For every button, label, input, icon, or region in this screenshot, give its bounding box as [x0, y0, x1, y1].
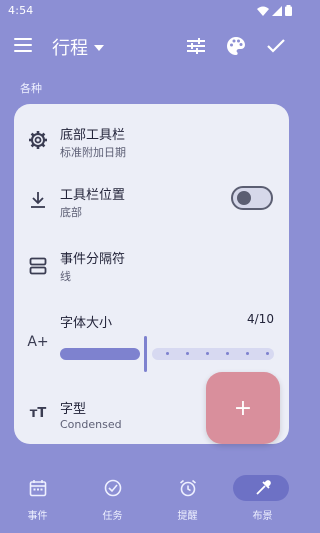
setting-title: 事件分隔符 — [60, 252, 126, 267]
nav-item-theme[interactable]: 布景 — [225, 465, 300, 533]
slider-tick — [166, 352, 169, 355]
toolbar-position-toggle[interactable] — [231, 186, 273, 210]
app-bar: 行程 — [0, 22, 300, 72]
calendar-icon — [26, 477, 50, 499]
nav-label: 布景 — [252, 511, 273, 522]
slider-handle[interactable] — [144, 336, 147, 372]
slider-tick — [186, 352, 189, 355]
font-icon: ᴛT — [29, 405, 47, 421]
font-size-value: 4/10 — [247, 312, 274, 326]
menu-icon[interactable] — [14, 38, 32, 52]
slider-inactive-track — [152, 348, 274, 360]
nav-item-reminders[interactable]: 提醒 — [150, 465, 225, 533]
nav-label: 任务 — [102, 511, 123, 522]
slider-tick — [226, 352, 229, 355]
nav-item-tasks[interactable]: 任务 — [75, 465, 150, 533]
nav-label: 事件 — [27, 511, 48, 522]
separator-icon — [26, 254, 50, 278]
battery-icon — [285, 5, 292, 16]
font-size-slider[interactable] — [60, 336, 274, 372]
text-size-icon: A+ — [27, 334, 49, 350]
slider-tick — [266, 352, 269, 355]
tune-icon[interactable] — [185, 35, 207, 57]
status-bar: 4:54 — [0, 0, 300, 22]
slider-active-track — [60, 348, 140, 360]
add-button[interactable]: + — [206, 372, 280, 444]
gear-icon — [26, 128, 50, 152]
nav-item-events[interactable]: 事件 — [0, 465, 75, 533]
setting-subtitle: 标准附加日期 — [60, 146, 126, 159]
setting-title: 字型 — [60, 402, 87, 417]
setting-subtitle: 底部 — [60, 206, 82, 219]
setting-title: 工具栏位置 — [60, 188, 126, 203]
toggle-knob — [237, 191, 251, 205]
check-icon[interactable] — [265, 35, 287, 57]
chevron-down-icon — [94, 45, 104, 51]
setting-event-separator[interactable]: 事件分隔符 线 — [14, 238, 289, 298]
page-title: 行程 — [52, 38, 88, 59]
slider-tick — [206, 352, 209, 355]
check-circle-icon — [101, 477, 125, 499]
setting-bottom-toolbar[interactable]: 底部工具栏 标准附加日期 — [14, 110, 289, 170]
view-selector[interactable]: 行程 — [52, 34, 104, 60]
status-icons — [257, 5, 292, 16]
wifi-icon — [257, 6, 269, 16]
palette-icon[interactable] — [225, 35, 247, 57]
section-label: 各种 — [20, 82, 42, 95]
setting-title: 底部工具栏 — [60, 128, 126, 143]
slider-tick — [246, 352, 249, 355]
bottom-nav: 事件 任务 提醒 布景 — [0, 465, 300, 533]
alarm-icon — [176, 477, 200, 499]
status-time: 4:54 — [8, 4, 34, 17]
eyedropper-icon — [251, 477, 275, 499]
download-icon — [26, 188, 50, 212]
setting-title: 字体大小 — [60, 316, 113, 331]
cellular-icon — [272, 5, 282, 16]
setting-subtitle: 线 — [60, 270, 71, 283]
nav-label: 提醒 — [177, 511, 198, 522]
setting-subtitle: Condensed — [60, 418, 122, 431]
